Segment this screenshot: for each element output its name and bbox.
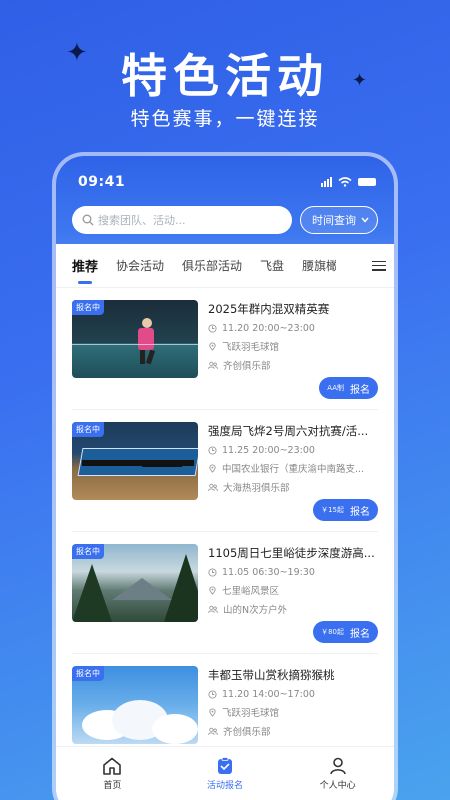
wifi-icon: [338, 177, 352, 187]
home-icon: [103, 757, 122, 775]
signup-button[interactable]: AA制 报名: [319, 377, 378, 399]
activity-image: 报名中: [72, 422, 198, 500]
status-icons: [321, 177, 376, 187]
activity-title: 1105周日七里峪徒步深度游高...: [208, 546, 375, 560]
search-box[interactable]: [72, 206, 292, 234]
promo-title: 特色活动: [121, 49, 329, 103]
activity-image: 报名中: [72, 544, 198, 622]
search-input[interactable]: [98, 213, 268, 227]
clock-icon: [208, 690, 217, 699]
activity-image: 报名中: [72, 300, 198, 378]
price-tag: ￥15起: [321, 506, 344, 514]
chevron-down-icon: [361, 217, 369, 223]
activity-list: 报名中 2025年群内混双精英赛 11.20 20:00~23:00 飞跃羽毛球…: [56, 288, 394, 776]
activity-organizer: 齐创俱乐部: [208, 358, 378, 372]
status-badge: 报名中: [72, 666, 104, 681]
battery-icon: [358, 178, 376, 186]
location-pin-icon: [209, 708, 216, 717]
location-pin-icon: [209, 464, 216, 473]
activity-location: 飞跃羽毛球馆: [208, 705, 378, 719]
activity-location: 中国农业银行（重庆渝中南路支...: [208, 461, 378, 475]
status-badge: 报名中: [72, 544, 104, 559]
status-bar: 09:41: [56, 156, 394, 190]
search-icon: [82, 214, 94, 226]
clock-icon: [208, 568, 217, 577]
category-tabs: 推荐 协会活动 俱乐部活动 飞盘 腰旗橄: [56, 244, 394, 288]
activity-time: 11.05 06:30~19:30: [208, 567, 378, 578]
menu-icon[interactable]: [372, 260, 386, 271]
tab-flag-football[interactable]: 腰旗橄: [302, 257, 336, 274]
search-row: 时间查询: [72, 206, 378, 234]
nav-activity-signup[interactable]: 活动报名: [169, 747, 282, 800]
activity-title: 2025年群内混双精英赛: [208, 302, 330, 316]
group-icon: [208, 727, 218, 735]
signup-button[interactable]: ￥80起 报名: [313, 621, 378, 643]
tab-association[interactable]: 协会活动: [116, 257, 164, 274]
activity-location: 飞跃羽毛球馆: [208, 339, 378, 353]
status-time: 09:41: [78, 174, 126, 190]
activity-title: 强度局飞烨2号周六对抗赛/活...: [208, 424, 369, 438]
activity-organizer: 山的N次方户外: [208, 602, 378, 616]
user-icon: [329, 757, 346, 774]
activity-card[interactable]: 报名中 强度局飞烨2号周六对抗赛/活... 11.25 20:00~23:00 …: [72, 410, 378, 532]
activity-title: 丰都玉带山赏秋摘猕猴桃: [208, 668, 335, 682]
tab-recommend[interactable]: 推荐: [72, 256, 98, 275]
activity-icon: [218, 756, 232, 774]
time-filter-button[interactable]: 时间查询: [300, 206, 378, 234]
clock-icon: [208, 446, 217, 455]
price-tag: ￥80起: [321, 628, 344, 636]
clock-icon: [208, 324, 217, 333]
activity-image: 报名中: [72, 666, 198, 744]
price-tag: AA制: [327, 384, 344, 392]
activity-time: 11.20 14:00~17:00: [208, 689, 378, 700]
phone-frame: 09:41 时间查询 推荐 协会活动 俱乐部活动 飞盘 腰旗橄: [56, 156, 394, 800]
activity-organizer: 齐创俱乐部: [208, 724, 378, 738]
time-filter-label: 时间查询: [312, 214, 356, 227]
location-pin-icon: [209, 342, 216, 351]
tab-frisbee[interactable]: 飞盘: [260, 257, 284, 274]
signal-icon: [321, 177, 332, 187]
status-badge: 报名中: [72, 422, 104, 437]
nav-home[interactable]: 首页: [56, 747, 169, 800]
activity-location: 七里峪风景区: [208, 583, 378, 597]
activity-time: 11.25 20:00~23:00: [208, 445, 378, 456]
activity-card[interactable]: 报名中 1105周日七里峪徒步深度游高... 11.05 06:30~19:30…: [72, 532, 378, 654]
group-icon: [208, 361, 218, 369]
group-icon: [208, 483, 218, 491]
group-icon: [208, 605, 218, 613]
bottom-nav: 首页 活动报名 个人中心: [56, 746, 394, 800]
nav-profile[interactable]: 个人中心: [281, 747, 394, 800]
activity-card[interactable]: 报名中 2025年群内混双精英赛 11.20 20:00~23:00 飞跃羽毛球…: [72, 288, 378, 410]
status-badge: 报名中: [72, 300, 104, 315]
activity-time: 11.20 20:00~23:00: [208, 323, 378, 334]
promo-subtitle: 特色赛事，一键连接: [130, 108, 320, 130]
tab-club[interactable]: 俱乐部活动: [182, 257, 242, 274]
signup-button[interactable]: ￥15起 报名: [313, 499, 378, 521]
activity-organizer: 大海热羽俱乐部: [208, 480, 378, 494]
location-pin-icon: [209, 586, 216, 595]
